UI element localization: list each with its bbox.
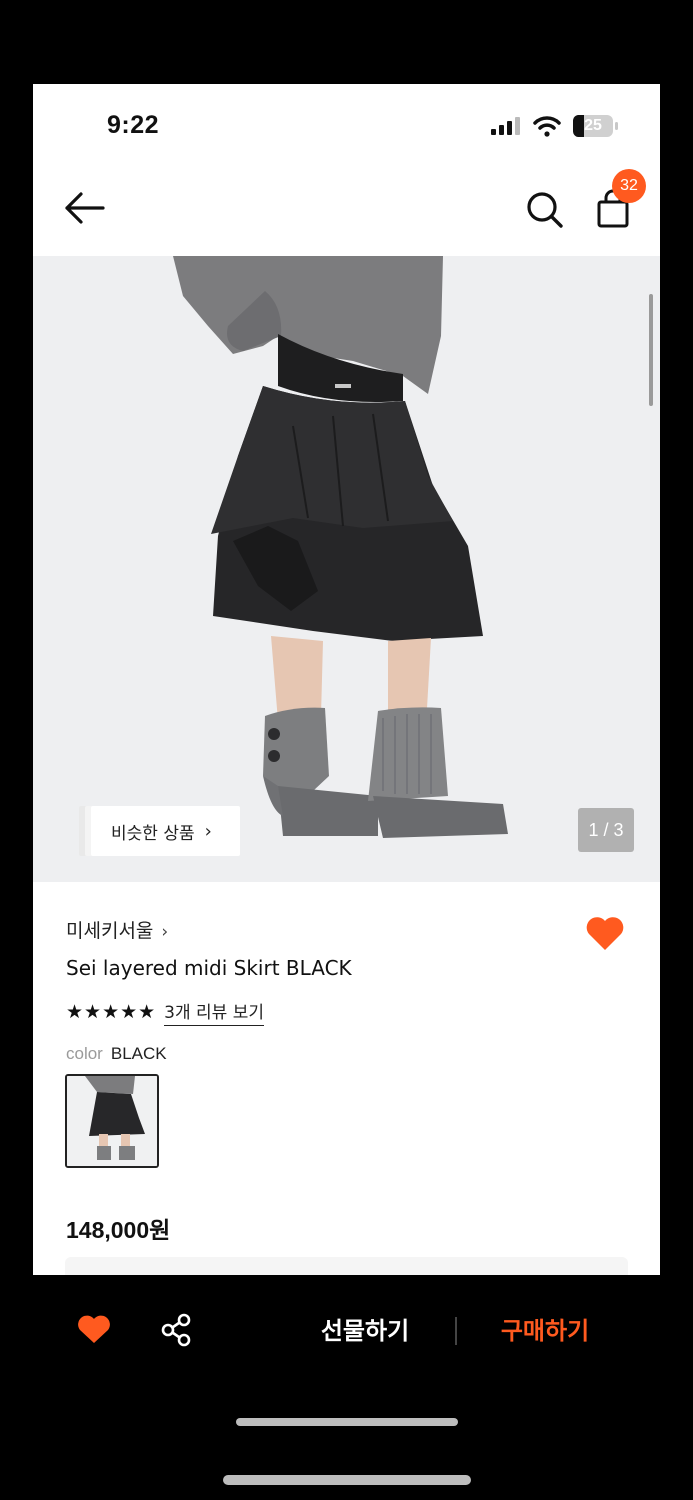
- home-indicator: [223, 1475, 471, 1485]
- color-row: color BLACK: [66, 1044, 167, 1064]
- status-time: 9:22: [107, 111, 160, 139]
- nav-bar: [33, 166, 660, 256]
- brand-name: 미세키서울: [66, 920, 154, 942]
- star-rating: ★★★★★: [66, 1001, 157, 1023]
- product-photo: [33, 256, 660, 882]
- heart-icon[interactable]: [76, 1313, 112, 1345]
- review-link[interactable]: 3개 리뷰 보기: [164, 998, 264, 1026]
- buy-button[interactable]: 구매하기: [480, 1313, 610, 1349]
- battery-level: 25: [584, 117, 602, 134]
- product-image-gallery[interactable]: 비슷한 상품 › 1 / 3: [33, 256, 660, 882]
- color-swatch-thumbnail[interactable]: [65, 1074, 159, 1168]
- price: 148,000원: [66, 1217, 171, 1243]
- info-box: [65, 1257, 628, 1275]
- color-value: BLACK: [110, 1044, 167, 1063]
- gift-button[interactable]: 선물하기: [300, 1313, 430, 1349]
- similar-products-button[interactable]: 비슷한 상품 ›: [91, 806, 240, 856]
- rating: ★★★★★ 3개 리뷰 보기: [66, 998, 264, 1026]
- similar-products-label: 비슷한 상품: [111, 823, 195, 844]
- thumbnail-photo: [67, 1076, 157, 1166]
- heart-icon[interactable]: [584, 914, 626, 952]
- search-icon[interactable]: [523, 188, 567, 232]
- bottom-action-bar: 선물하기 구매하기: [0, 1275, 693, 1500]
- share-icon[interactable]: [160, 1313, 192, 1347]
- cart-count-badge: 32: [612, 169, 646, 203]
- signal-icon: [491, 117, 520, 135]
- brand-link[interactable]: 미세키서울 ›: [66, 916, 168, 943]
- status-bar: 9:22 25: [33, 84, 660, 166]
- wifi-icon: [533, 116, 561, 137]
- chevron-right-icon: ›: [204, 820, 212, 842]
- image-counter: 1 / 3: [578, 808, 634, 852]
- app-screen: 9:22 25 32 비슷한 상품 › 1 / 3 미세키서울 › Sei la…: [33, 84, 660, 1275]
- chevron-right-icon: ›: [161, 922, 169, 942]
- color-label: color: [66, 1044, 103, 1063]
- image-scrollbar: [649, 294, 653, 406]
- divider: [455, 1317, 457, 1345]
- home-indicator: [236, 1418, 458, 1426]
- product-name: Sei layered midi Skirt BLACK: [66, 956, 352, 980]
- back-arrow-icon[interactable]: [61, 188, 109, 228]
